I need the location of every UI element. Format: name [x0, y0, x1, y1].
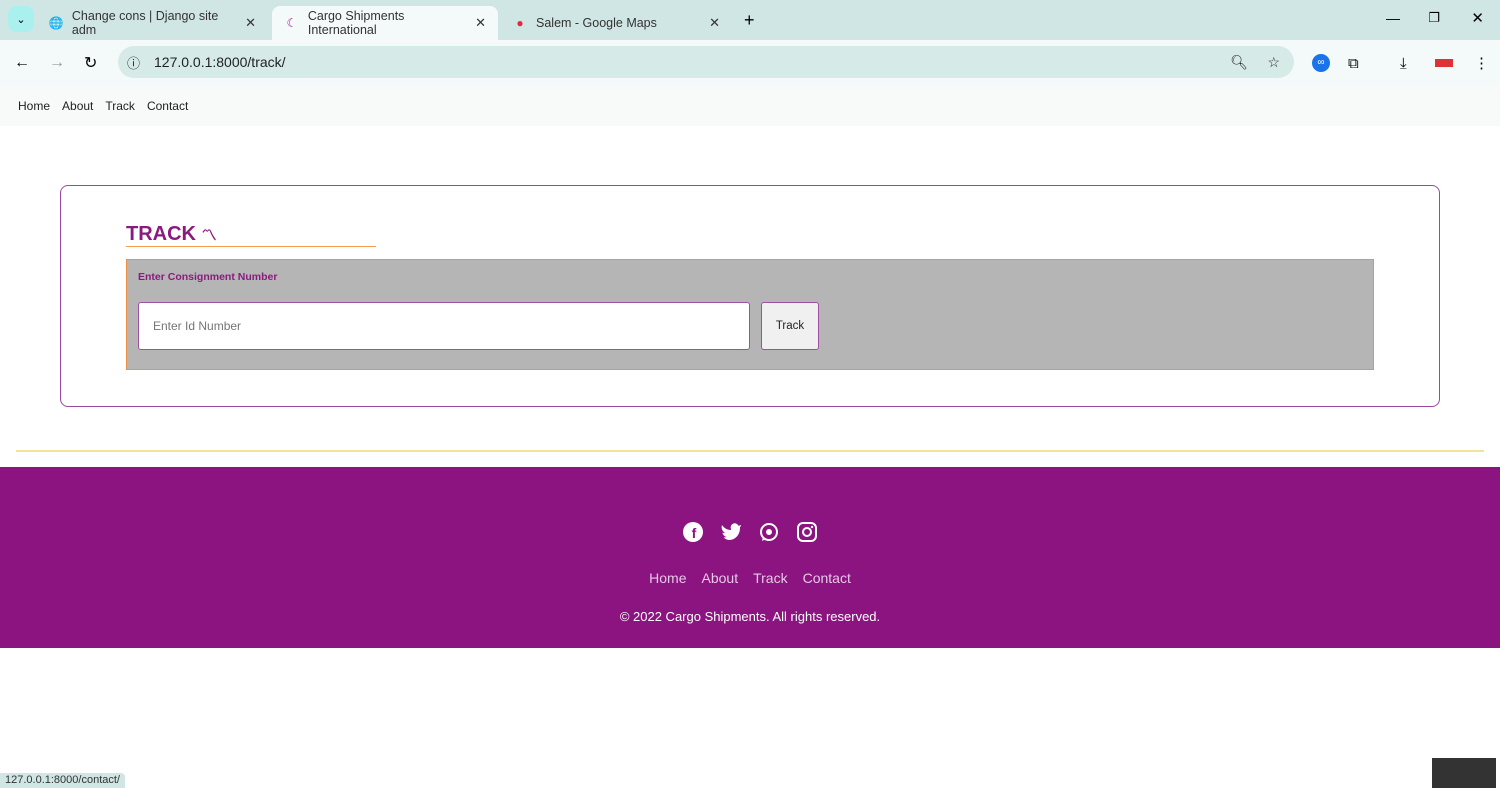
tab-title: Change cons | Django site adm — [71, 9, 219, 37]
site-nav: Home About Track Contact — [0, 86, 1500, 126]
bookmark-star-icon[interactable]: ☆ — [1267, 54, 1280, 71]
tab-title: Salem - Google Maps — [536, 16, 657, 30]
maps-pin-icon: ● — [516, 16, 524, 30]
footer-link-contact[interactable]: Contact — [803, 570, 851, 586]
address-bar[interactable]: ⓘ 127.0.0.1:8000/track/ 🔍︎ ☆ — [118, 46, 1294, 78]
track-title: TRACK — [126, 223, 196, 245]
menu-icon[interactable]: ⋮ — [1474, 54, 1489, 72]
close-tab-icon[interactable]: ✕ — [245, 15, 256, 31]
copyright: © 2022 Cargo Shipments. All rights reser… — [619, 609, 881, 624]
url-text: 127.0.0.1:8000/track/ — [154, 54, 286, 70]
browser-toolbar: ← → ↻ ⓘ 127.0.0.1:8000/track/ 🔍︎ ☆ ∞ ⧉ ⤓… — [0, 40, 1500, 86]
footer-link-home[interactable]: Home — [649, 570, 686, 586]
tab-django[interactable]: 🌐 Change cons | Django site adm ✕ — [36, 6, 268, 40]
footer-link-track[interactable]: Track — [753, 570, 787, 586]
forward-icon[interactable]: → — [49, 54, 65, 72]
zoom-icon[interactable]: 🔍︎ — [1230, 54, 1248, 71]
close-window-icon[interactable]: ✕ — [1471, 9, 1484, 27]
tab-title: Cargo Shipments International — [307, 9, 405, 37]
download-icon[interactable]: ⤓ — [1400, 55, 1407, 72]
consignment-input[interactable] — [138, 302, 750, 350]
svg-text:f: f — [692, 525, 697, 541]
tab-maps[interactable]: ● Salem - Google Maps ✕ — [500, 6, 732, 40]
social-links: f — [0, 521, 1500, 543]
nav-about[interactable]: About — [62, 99, 93, 113]
status-bar-url: 127.0.0.1:8000/contact/ — [0, 773, 125, 788]
facebook-icon[interactable]: f — [682, 521, 704, 543]
new-tab-icon[interactable]: + — [744, 10, 755, 31]
reload-icon[interactable]: ↻ — [84, 53, 97, 73]
footer-links: Home About Track Contact — [0, 570, 1500, 586]
restore-icon[interactable]: ❐ — [1428, 10, 1440, 26]
twitter-icon[interactable] — [720, 521, 742, 543]
extensions-puzzle-icon[interactable]: ⧉ — [1348, 55, 1359, 72]
trend-icon: 〽 — [201, 227, 217, 244]
media-controls[interactable] — [1432, 758, 1496, 788]
close-tab-icon[interactable]: ✕ — [475, 15, 486, 31]
nav-contact[interactable]: Contact — [147, 99, 188, 113]
globe-icon: 🌐 — [48, 16, 64, 30]
site-info-icon[interactable]: ⓘ — [127, 53, 140, 72]
consignment-label: Enter Consignment Number — [138, 271, 278, 283]
minimize-icon[interactable]: — — [1386, 10, 1400, 26]
profile-icon[interactable] — [1435, 59, 1453, 67]
whatsapp-icon[interactable] — [758, 521, 780, 543]
cargo-logo-icon: ☾ — [286, 16, 298, 30]
track-heading: TRACK 〽 — [126, 223, 376, 247]
tab-cargo[interactable]: ☾ Cargo Shipments International ✕ — [272, 6, 498, 40]
footer-link-about[interactable]: About — [702, 570, 739, 586]
extension-icon[interactable]: ∞ — [1312, 54, 1330, 72]
track-button[interactable]: Track — [761, 302, 819, 350]
instagram-icon[interactable] — [796, 521, 818, 543]
divider — [16, 450, 1484, 452]
back-icon[interactable]: ← — [14, 54, 30, 72]
tab-search-button[interactable]: ⌄ — [8, 6, 34, 32]
track-form: Enter Consignment Number Track — [126, 259, 1374, 370]
nav-track[interactable]: Track — [105, 99, 135, 113]
nav-home[interactable]: Home — [18, 99, 50, 113]
footer: f Home About Track Contact © 2022 Cargo … — [0, 467, 1500, 648]
tab-bar: ⌄ 🌐 Change cons | Django site adm ✕ ☾ Cargo… — [0, 0, 1500, 40]
close-tab-icon[interactable]: ✕ — [709, 15, 720, 31]
